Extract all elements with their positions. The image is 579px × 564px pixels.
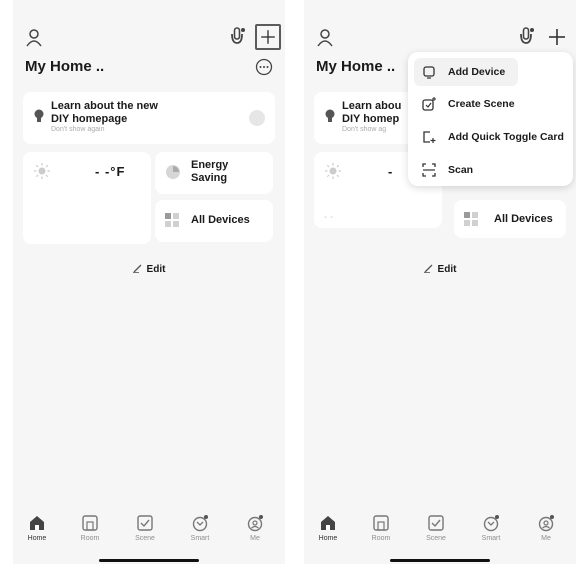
add-icon[interactable]	[544, 24, 570, 50]
all-devices-card[interactable]: All Devices	[155, 200, 273, 242]
close-card-icon[interactable]	[249, 110, 265, 126]
tab-room-label: Room	[80, 535, 100, 542]
menu-item-add-quick-toggle-card[interactable]: Add Quick Toggle Card	[414, 123, 567, 151]
tab-smart[interactable]: Smart	[176, 514, 224, 542]
menu-label-create-scene: Create Scene	[448, 98, 515, 110]
diy-card-text: Learn abou DIY homep	[342, 100, 401, 126]
all-devices-label: All Devices	[494, 213, 553, 225]
home-icon	[321, 516, 335, 530]
pencil-icon	[132, 264, 142, 273]
scene-icon	[428, 515, 444, 531]
tab-smart[interactable]: Smart	[467, 514, 515, 542]
edit-label: Edit	[146, 264, 166, 275]
tab-scene[interactable]: Scene	[412, 514, 460, 542]
top-bar	[13, 20, 285, 54]
tab-me-label: Me	[541, 535, 551, 542]
energy-icon	[166, 165, 180, 179]
bottom-tab-bar: Home Room Scene Smart Me	[304, 508, 576, 564]
diy-card-line1: Learn about the new	[51, 100, 158, 112]
diy-card-text: Learn about the new DIY homepage	[51, 100, 158, 126]
tab-room[interactable]: Room	[66, 514, 114, 542]
tab-scene-label: Scene	[426, 535, 446, 542]
scene-icon	[137, 515, 153, 531]
tab-home-label: Home	[27, 535, 47, 542]
menu-item-scan[interactable]: Scan	[414, 156, 567, 184]
energy-saving-label: Energy Saving	[191, 159, 228, 185]
tab-home[interactable]: Home	[13, 514, 61, 542]
dismiss-link[interactable]: Don't show again	[51, 126, 104, 133]
energy-saving-card[interactable]: Energy Saving	[155, 152, 273, 194]
weather-placeholder: - -	[324, 212, 334, 223]
bottom-tab-bar: Home Room Scene Smart Me	[13, 508, 285, 564]
create-scene-icon	[422, 97, 436, 111]
grid-icon	[464, 212, 478, 226]
phone-screen-home-menu: My Home .. Learn abou DIY homep Don't sh…	[304, 0, 576, 564]
menu-item-add-device[interactable]: Add Device	[414, 58, 518, 86]
user-icon[interactable]	[316, 28, 334, 48]
smart-icon	[192, 515, 208, 532]
top-bar	[304, 20, 576, 54]
diy-card-line2: DIY homepage	[51, 113, 128, 125]
room-icon	[373, 515, 389, 531]
room-icon	[82, 515, 98, 531]
all-devices-label: All Devices	[191, 214, 250, 226]
tab-home-label: Home	[318, 535, 338, 542]
quick-toggle-icon	[423, 131, 436, 143]
bulb-icon	[325, 109, 335, 122]
pencil-icon	[423, 264, 433, 273]
sun-icon	[325, 163, 341, 179]
me-icon	[538, 515, 554, 532]
scan-icon	[422, 163, 436, 177]
tab-me[interactable]: Me	[522, 514, 570, 542]
home-title[interactable]: My Home ..	[316, 58, 395, 75]
tab-me-label: Me	[250, 535, 260, 542]
tab-smart-label: Smart	[190, 535, 210, 542]
temperature-value: -	[388, 164, 394, 179]
menu-label-add-device: Add Device	[448, 66, 506, 78]
energy-label-line2: Saving	[191, 172, 228, 184]
grid-icon	[165, 213, 179, 227]
tab-scene[interactable]: Scene	[121, 514, 169, 542]
menu-item-create-scene[interactable]: Create Scene	[414, 90, 567, 118]
voice-assistant-icon[interactable]	[227, 26, 247, 48]
home-indicator	[390, 559, 490, 562]
energy-label-line1: Energy	[191, 159, 229, 171]
add-device-icon	[423, 66, 435, 79]
tab-scene-label: Scene	[135, 535, 155, 542]
more-options-icon[interactable]	[255, 58, 273, 76]
menu-label-scan: Scan	[448, 164, 474, 176]
home-title[interactable]: My Home ..	[25, 58, 104, 75]
dismiss-link[interactable]: Don't show ag	[342, 126, 386, 133]
menu-label-add-quick-toggle-card: Add Quick Toggle Card	[448, 131, 564, 143]
add-menu-dropdown: Add Device Create Scene Add Quick Toggle…	[408, 52, 573, 186]
tab-me[interactable]: Me	[231, 514, 279, 542]
sun-icon	[34, 163, 50, 179]
diy-homepage-card[interactable]: Learn about the new DIY homepage Don't s…	[23, 92, 275, 144]
home-icon	[30, 516, 44, 530]
temperature-value: - -°F	[95, 164, 126, 179]
all-devices-card[interactable]: All Devices	[454, 200, 566, 238]
diy-card-line1: Learn abou	[342, 100, 402, 112]
edit-button[interactable]: Edit	[13, 263, 285, 275]
tab-room[interactable]: Room	[357, 514, 405, 542]
tab-room-label: Room	[371, 535, 391, 542]
edit-button[interactable]: Edit	[304, 263, 576, 275]
tab-home[interactable]: Home	[304, 514, 352, 542]
me-icon	[247, 515, 263, 532]
edit-label: Edit	[437, 264, 457, 275]
voice-assistant-icon[interactable]	[516, 26, 536, 48]
weather-card[interactable]: - -°F	[23, 152, 151, 244]
bulb-icon	[34, 109, 44, 122]
phone-screen-home: My Home .. Learn about the new DIY homep…	[13, 0, 285, 564]
tab-smart-label: Smart	[481, 535, 501, 542]
smart-icon	[483, 515, 499, 532]
user-icon[interactable]	[25, 28, 43, 48]
add-icon[interactable]	[255, 24, 281, 50]
home-indicator	[99, 559, 199, 562]
diy-card-line2: DIY homep	[342, 113, 400, 125]
